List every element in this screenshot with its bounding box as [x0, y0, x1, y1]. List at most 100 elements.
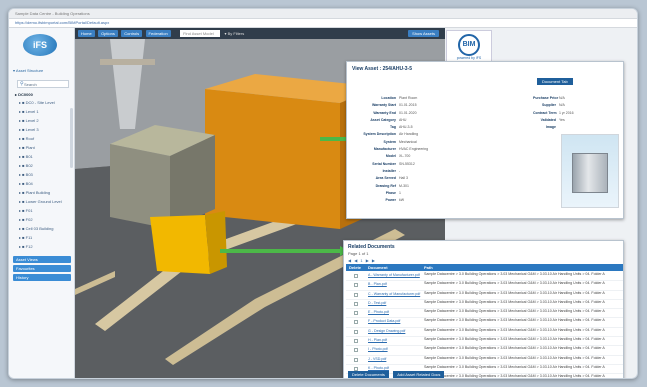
model-search-input[interactable]: Find Asset Model [180, 30, 221, 37]
asset-field-row: Asset Category AHU [353, 118, 463, 125]
document-link[interactable]: D - Test.pdf [368, 301, 386, 305]
tree-item[interactable]: ▸ ■ Cell 03 Building [19, 226, 71, 235]
ifs-logo: iFS [23, 34, 57, 56]
sidebar-panel-header[interactable]: Favourites [13, 265, 71, 272]
federation-button[interactable]: Federation [145, 30, 171, 37]
asset-field-row: System Description Air Handling [353, 132, 463, 139]
asset-fields-right: Purchase PriceN/A Supplier N/A Contract Ter… [533, 96, 623, 132]
asset-title: View Asset : 254/AHU-3-5 [352, 66, 413, 72]
tree-item[interactable]: ▸ ■ Level 2 [19, 118, 71, 127]
address-url[interactable]: https://demo.ifsbimportal.com/BIMPortal/… [15, 20, 109, 25]
asset-field-row: System Mechanical [353, 140, 463, 147]
tree-item[interactable]: ▸ ■ DC0 - Site Level [19, 100, 71, 109]
sidebar-panel-header[interactable]: History [13, 274, 71, 281]
asset-field-row: Phase 1 [353, 191, 463, 198]
delete-checkbox[interactable] [354, 301, 358, 306]
asset-field-key: Area Served [375, 176, 396, 181]
add-related-docs-button[interactable]: Add Asset Related Docs [393, 371, 445, 378]
delete-checkbox[interactable] [354, 339, 358, 344]
column-document[interactable]: Document [368, 265, 388, 270]
document-link[interactable]: J - VSD.pdf [368, 357, 386, 361]
ahu-front-face[interactable] [205, 89, 340, 229]
bim-logo-caption: powered by IFS [456, 56, 482, 60]
tree-root[interactable]: ▸ DC0000 [15, 92, 33, 97]
asset-structure-title[interactable]: ▾ Asset Structure [13, 68, 43, 73]
delete-checkbox[interactable] [354, 283, 358, 288]
delete-checkbox[interactable] [354, 320, 358, 325]
pager[interactable]: ◀ ◀ 1 ▶ ▶ [348, 258, 376, 263]
documents-table-body: A - Warranty of Manufacturer.pdf Sample D… [346, 272, 623, 378]
tree-item[interactable]: ▸ ■ Level 3 [19, 127, 71, 136]
options-button[interactable]: Options [98, 30, 118, 37]
document-link[interactable]: K - Photo.pdf [368, 366, 389, 370]
view-asset-panel: View Asset : 254/AHU-3-5 Document Tab Lo… [346, 61, 624, 219]
tree-search-input[interactable]: ⚲ Search [17, 80, 69, 88]
highlighted-component[interactable] [150, 215, 210, 274]
documents-actions: Delete Documents Add Asset Related Docs [348, 371, 447, 378]
document-link[interactable]: C - Warranty of Manufacturer.pdf [368, 292, 420, 296]
document-link[interactable]: G - Design Drawing.pdf [368, 329, 405, 333]
overhead-beam [100, 59, 155, 65]
filter-dropdown[interactable]: ▾ By Filters [221, 30, 247, 37]
asset-tree: ▸ ■ DC0 - Site Level ▸ ■ Level 1 ▸ ■ Level… [19, 100, 71, 253]
document-link[interactable]: F - Product Data.pdf [368, 319, 400, 323]
document-link[interactable]: I - Photo.pdf [368, 347, 388, 351]
tree-item[interactable]: ▸ ■ F02 [19, 217, 71, 226]
search-icon: ⚲ [20, 81, 24, 87]
delete-checkbox[interactable] [354, 292, 358, 297]
delete-checkbox[interactable] [354, 357, 358, 362]
delete-checkbox[interactable] [354, 329, 358, 334]
asset-field-key: Warranty Start [372, 103, 396, 108]
asset-field-key: Supplier [541, 103, 556, 108]
asset-field-value: 01.01.2020 [399, 110, 417, 115]
tree-item[interactable]: ▸ ■ B04 [19, 181, 71, 190]
asset-field-row: Contract Term 1 yr 2016 [533, 111, 623, 118]
tree-item[interactable]: ▸ ■ B02 [19, 163, 71, 172]
document-link[interactable]: B - Plan.pdf [368, 282, 387, 286]
address-bar[interactable]: https://demo.ifsbimportal.com/BIMPortal/… [9, 19, 637, 28]
asset-field-value: M-301 [399, 183, 409, 188]
tree-item[interactable]: ▸ ■ Level 1 [19, 109, 71, 118]
controls-button[interactable]: Controls [121, 30, 143, 37]
asset-field-row: Model XL-700 [353, 154, 463, 161]
column-path[interactable]: Path [424, 265, 433, 270]
tree-item[interactable]: ▸ ■ F01 [19, 208, 71, 217]
asset-field-value: Hall 3 [399, 176, 408, 181]
tree-item[interactable]: ▸ ■ B01 [19, 154, 71, 163]
tree-item[interactable]: ▸ ■ Lower Ground Level [19, 199, 71, 208]
tree-item[interactable]: ▸ ■ Plant Building [19, 190, 71, 199]
delete-checkbox[interactable] [354, 274, 358, 278]
asset-field-value: N/A [559, 103, 565, 108]
home-button[interactable]: Home [78, 30, 95, 37]
delete-documents-button[interactable]: Delete Documents [348, 371, 389, 378]
tree-item[interactable]: ▸ ■ B03 [19, 172, 71, 181]
document-row: J - VSD.pdf Sample Datacentre > 3.0 Build… [346, 356, 623, 365]
asset-field-value: XL-700 [399, 154, 411, 159]
document-link[interactable]: E - Photo.pdf [368, 310, 389, 314]
delete-checkbox[interactable] [354, 311, 358, 316]
document-path: Sample Datacentre > 3.0 Building Operati… [424, 327, 605, 332]
document-path: Sample Datacentre > 3.0 Building Operati… [424, 346, 605, 351]
asset-field-row: Purchase PriceN/A [533, 96, 623, 103]
document-link[interactable]: H - Plan.pdf [368, 338, 387, 342]
document-row: D - Test.pdf Sample Datacentre > 3.0 Buil… [346, 300, 623, 310]
tree-item[interactable]: ▸ ■ Plant [19, 145, 71, 154]
asset-field-key: Purchase Price [533, 96, 559, 100]
left-sidebar: iFS ▾ Asset Structure ⚲ Search ▸ DC0000 … [9, 28, 75, 378]
tree-item[interactable]: ▸ ■ Roof [19, 136, 71, 145]
asset-field-row: Supplier N/A [533, 103, 623, 110]
delete-checkbox[interactable] [354, 348, 358, 353]
tree-item[interactable]: ▸ ■ F11 [19, 235, 71, 244]
tree-scrollbar[interactable] [70, 108, 73, 168]
asset-field-row: Tag AHU-3-5 [353, 125, 463, 132]
bim-logo-mark: BIM [458, 34, 480, 56]
document-row: G - Design Drawing.pdf Sample Datacentre … [346, 327, 623, 338]
sidebar-panel-header[interactable]: Asset Views [13, 256, 71, 263]
document-tab-button[interactable]: Document Tab [537, 78, 573, 85]
document-link[interactable]: A - Warranty of Manufacturer.pdf [368, 273, 420, 277]
show-assets-button[interactable]: Show Assets [408, 30, 439, 37]
document-path: Sample Datacentre > 3.0 Building Operati… [424, 272, 605, 276]
asset-field-row: Serial Number SN-55312 [353, 162, 463, 169]
asset-field-value: HVAC Engineering [399, 147, 429, 152]
tree-item[interactable]: ▸ ■ F12 [19, 244, 71, 253]
